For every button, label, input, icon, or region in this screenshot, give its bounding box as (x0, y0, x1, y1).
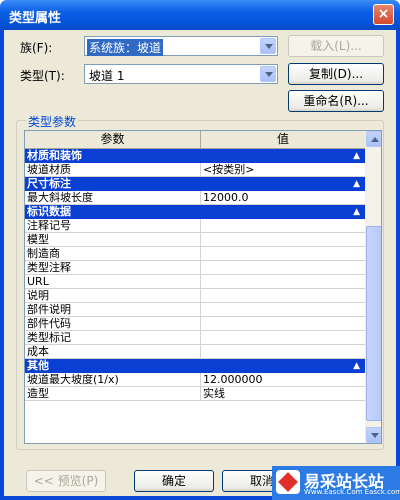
scroll-thumb[interactable] (366, 226, 381, 421)
param-name: 模型 (27, 233, 49, 246)
table-row[interactable]: 坡道材质 <按类别> (25, 163, 366, 177)
param-name: 坡道材质 (27, 163, 71, 176)
param-name: URL (27, 275, 49, 288)
column-divider (200, 261, 201, 275)
family-value: 系统族：坡道 (87, 39, 164, 56)
section-other[interactable]: 其他 ▲ (25, 359, 366, 373)
section-dimensions[interactable]: 尺寸标注 ▲ (25, 177, 366, 191)
table-row[interactable]: 部件代码 (25, 317, 366, 331)
param-name: 坡道最大坡度(1/x) (27, 373, 119, 386)
column-divider (200, 331, 201, 345)
type-params-title: 类型参数 (26, 113, 79, 130)
table-row[interactable]: 注释记号 (25, 219, 366, 233)
table-row[interactable]: URL (25, 275, 366, 289)
table-row[interactable]: 模型 (25, 233, 366, 247)
param-value[interactable]: <按类别> (203, 163, 254, 176)
table-body: 材质和装饰 ▲ 坡道材质 <按类别> 尺寸标注 ▲ 最大斜坡长度 12000.0 (25, 149, 366, 401)
close-button[interactable]: × (373, 4, 394, 25)
type-combo[interactable]: 坡道 1 (84, 64, 278, 84)
param-value[interactable]: 12000.0 (203, 191, 249, 204)
column-divider (200, 387, 201, 401)
site-logo-icon (276, 470, 300, 494)
section-title: 尺寸标注 (27, 177, 71, 190)
column-divider (200, 317, 201, 331)
ok-button[interactable]: 确定 (134, 470, 214, 492)
vertical-scrollbar[interactable] (365, 131, 381, 443)
dialog-title: 类型属性 (9, 11, 62, 26)
section-material[interactable]: 材质和装饰 ▲ (25, 149, 366, 163)
param-name: 说明 (27, 289, 49, 302)
column-divider (200, 163, 201, 177)
header-param[interactable]: 参数 (25, 131, 201, 149)
table-row[interactable]: 类型标记 (25, 331, 366, 345)
table-header: 参数 值 (25, 131, 366, 149)
family-label: 族(F): (20, 41, 53, 55)
collapse-icon[interactable]: ▲ (353, 359, 360, 373)
param-value[interactable]: 12.000000 (203, 373, 263, 386)
column-divider (200, 191, 201, 205)
load-button[interactable]: 载入(L)... (288, 35, 384, 57)
table-row[interactable]: 制造商 (25, 247, 366, 261)
type-properties-dialog: 类型属性 × 族(F): 系统族：坡道 载入(L)... 类型(T): 坡道 1… (0, 0, 400, 500)
rename-button[interactable]: 重命名(R)... (288, 90, 384, 112)
param-name: 部件说明 (27, 303, 71, 316)
collapse-icon[interactable]: ▲ (353, 149, 360, 163)
section-title: 其他 (27, 359, 49, 372)
family-combo[interactable]: 系统族：坡道 (84, 36, 278, 56)
title-bar[interactable]: 类型属性 × (0, 0, 400, 30)
param-name: 类型注释 (27, 261, 71, 274)
dialog-client-area: 族(F): 系统族：坡道 载入(L)... 类型(T): 坡道 1 复制(D).… (4, 30, 396, 496)
column-divider (200, 303, 201, 317)
param-name: 部件代码 (27, 317, 71, 330)
column-divider (200, 345, 201, 359)
table-row[interactable]: 造型 实线 (25, 387, 366, 401)
table-row[interactable]: 说明 (25, 289, 366, 303)
column-divider (200, 289, 201, 303)
collapse-icon[interactable]: ▲ (353, 177, 360, 191)
collapse-icon[interactable]: ▲ (353, 205, 360, 219)
scroll-down-icon[interactable] (366, 427, 381, 443)
params-table: 参数 值 材质和装饰 ▲ 坡道材质 <按类别> 尺寸标注 ▲ 最大斜坡长度 12… (24, 130, 382, 444)
column-divider (200, 275, 201, 289)
duplicate-button[interactable]: 复制(D)... (288, 63, 384, 85)
column-divider (200, 233, 201, 247)
watermark-subtext: Www.Easck.Com Easck.com (304, 488, 400, 496)
param-name: 最大斜坡长度 (27, 191, 93, 204)
table-row[interactable]: 类型注释 (25, 261, 366, 275)
section-identity[interactable]: 标识数据 ▲ (25, 205, 366, 219)
header-value[interactable]: 值 (201, 131, 366, 149)
table-row[interactable]: 成本 (25, 345, 366, 359)
chevron-down-icon[interactable] (260, 66, 276, 82)
column-divider (200, 247, 201, 261)
section-title: 材质和装饰 (27, 149, 82, 162)
param-value[interactable]: 实线 (203, 387, 225, 400)
param-name: 造型 (27, 387, 49, 400)
param-name: 注释记号 (27, 219, 71, 232)
param-name: 制造商 (27, 247, 60, 260)
scroll-up-icon[interactable] (366, 131, 381, 147)
table-row[interactable]: 坡道最大坡度(1/x) 12.000000 (25, 373, 366, 387)
chevron-down-icon[interactable] (260, 38, 276, 54)
table-row[interactable]: 部件说明 (25, 303, 366, 317)
section-title: 标识数据 (27, 205, 71, 218)
type-label: 类型(T): (20, 69, 65, 83)
table-row[interactable]: 最大斜坡长度 12000.0 (25, 191, 366, 205)
param-name: 成本 (27, 345, 49, 358)
site-watermark: 易采站长站 Www.Easck.Com Easck.com (272, 466, 400, 500)
preview-button[interactable]: << 预览(P) (26, 470, 106, 492)
column-divider (200, 219, 201, 233)
param-name: 类型标记 (27, 331, 71, 344)
type-value: 坡道 1 (89, 69, 125, 83)
column-divider (200, 373, 201, 387)
